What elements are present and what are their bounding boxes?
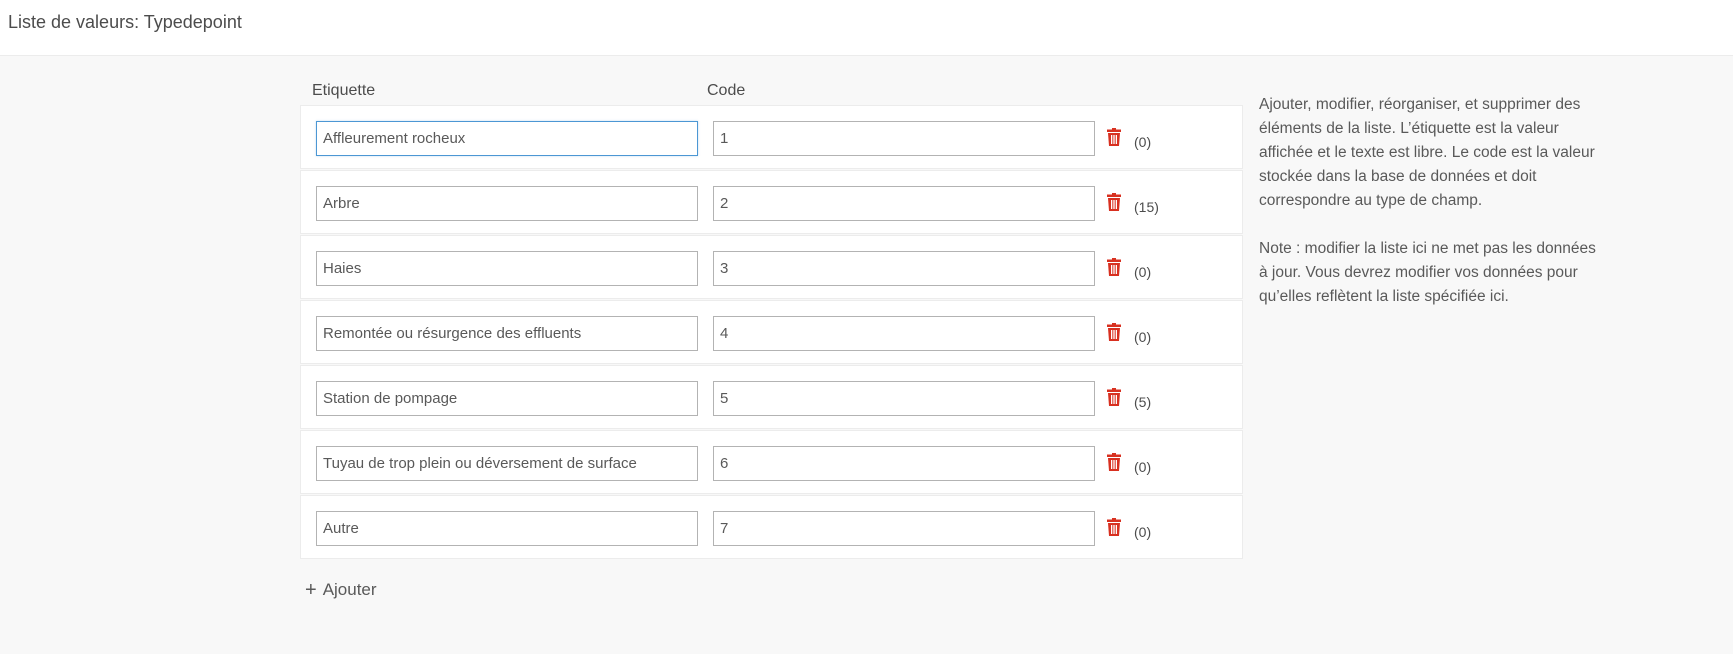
label-input[interactable] [316, 316, 698, 351]
list-item: (15) [300, 170, 1243, 234]
usage-count: (0) [1134, 524, 1152, 540]
page-title: Liste de valeurs: Typedepoint [8, 12, 242, 32]
label-input[interactable] [316, 381, 698, 416]
label-input[interactable] [316, 251, 698, 286]
list-item: (0) [300, 105, 1243, 169]
usage-count: (0) [1134, 134, 1152, 150]
trash-icon[interactable] [1107, 453, 1121, 471]
help-paragraph: Ajouter, modifier, réorganiser, et suppr… [1259, 96, 1595, 209]
list-item: (0) [300, 495, 1243, 559]
code-input[interactable] [713, 381, 1095, 416]
usage-count: (0) [1134, 264, 1152, 280]
help-note: Note : modifier la liste ici ne met pas … [1259, 240, 1596, 305]
code-input[interactable] [713, 446, 1095, 481]
label-input[interactable] [316, 186, 698, 221]
list-item: (0) [300, 300, 1243, 364]
plus-icon: + [305, 579, 317, 601]
help-panel: Ajouter, modifier, réorganiser, et suppr… [1259, 93, 1604, 333]
trash-icon[interactable] [1107, 388, 1121, 406]
code-column-header: Code [707, 82, 746, 99]
code-input[interactable] [713, 511, 1095, 546]
code-input[interactable] [713, 186, 1095, 221]
label-input[interactable] [316, 121, 698, 156]
label-input[interactable] [316, 446, 698, 481]
usage-count: (15) [1134, 199, 1159, 215]
trash-icon[interactable] [1107, 193, 1121, 211]
usage-count: (5) [1134, 394, 1152, 410]
usage-count: (0) [1134, 459, 1152, 475]
label-input[interactable] [316, 511, 698, 546]
trash-icon[interactable] [1107, 518, 1121, 536]
page-header: Liste de valeurs: Typedepoint [0, 0, 1733, 56]
trash-icon[interactable] [1107, 128, 1121, 146]
code-input[interactable] [713, 251, 1095, 286]
trash-icon[interactable] [1107, 258, 1121, 276]
list-item: (0) [300, 235, 1243, 299]
list-item: (0) [300, 430, 1243, 494]
label-column-header: Etiquette [312, 82, 376, 99]
list-item: (5) [300, 365, 1243, 429]
add-button[interactable]: + Ajouter [305, 580, 377, 600]
trash-icon[interactable] [1107, 323, 1121, 341]
value-list: (0) (15) (0) (0) (5) (0) (0) [300, 105, 1243, 560]
usage-count: (0) [1134, 329, 1152, 345]
code-input[interactable] [713, 121, 1095, 156]
code-input[interactable] [713, 316, 1095, 351]
add-button-label: Ajouter [322, 580, 377, 599]
